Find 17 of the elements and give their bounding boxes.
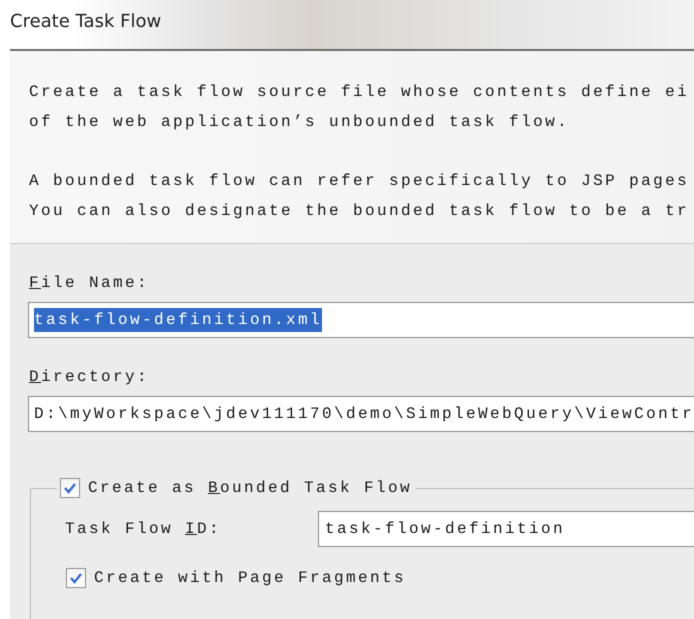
field-label: F ile Name: <box>29 273 150 293</box>
text-field[interactable]: D:\myWorkspace\jdev111170\demo\SimpleWebQuery\ViewContr <box>28 396 694 432</box>
text-field[interactable]: task-flow-definition <box>318 511 694 547</box>
field-label: Task Flow I D: <box>65 519 222 539</box>
checkmark-icon <box>69 572 83 584</box>
description-text: Create a task flow source file whose contents define ei <box>29 82 690 103</box>
description-text: You can also designate the bounded task flow to be a tr <box>29 201 690 222</box>
description-text: of the web application’s unbounded task flow. <box>29 112 570 133</box>
checkbox[interactable] <box>66 568 86 588</box>
checkbox-label: Create as B ounded Task Flow <box>88 478 412 499</box>
checkmark-icon <box>63 482 77 494</box>
checkbox[interactable] <box>60 478 80 498</box>
description-text: A bounded task flow can refer specifically to JSP pages <box>29 171 690 192</box>
window-title: Create Task Flow <box>10 11 162 34</box>
checkbox-label: Create with Page Fragments <box>94 568 406 589</box>
field-label: D irectory: <box>29 367 150 387</box>
text-field[interactable]: task-flow-definition.xml <box>28 302 694 338</box>
